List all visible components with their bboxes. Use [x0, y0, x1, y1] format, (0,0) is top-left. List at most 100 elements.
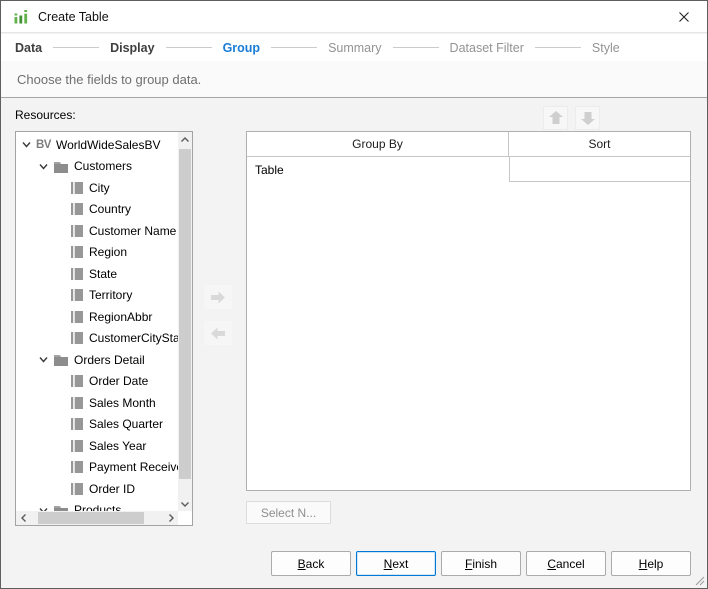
scroll-right-icon[interactable]: [164, 511, 178, 525]
group-by-cell[interactable]: Table: [247, 157, 509, 182]
wizard-step[interactable]: Dataset Filter: [382, 41, 524, 55]
resources-tree: BV WorldWideSalesBV BV: [16, 132, 178, 511]
finish-button[interactable]: Finish: [441, 551, 521, 576]
folder-icon: [53, 504, 69, 511]
field-icon: [70, 417, 84, 431]
tree-item-label: Country: [89, 202, 131, 216]
field-icon: [70, 245, 84, 259]
tree-item[interactable]: BV Territory: [16, 285, 178, 307]
help-button[interactable]: Help: [611, 551, 691, 576]
resize-grip[interactable]: [693, 574, 705, 586]
business-view-icon: BV: [36, 139, 51, 151]
resources-tree-panel: BV WorldWideSalesBV BV: [15, 131, 193, 526]
field-icon: [70, 331, 84, 345]
wizard-step[interactable]: Summary: [260, 41, 381, 55]
wizard-step[interactable]: Style: [524, 41, 620, 55]
horizontal-scrollbar-thumb[interactable]: [38, 512, 144, 524]
tree-item[interactable]: BV Order ID: [16, 478, 178, 500]
wizard-step-label: Style: [592, 41, 620, 55]
tree-item[interactable]: BV City: [16, 177, 178, 199]
tree-item[interactable]: BV Customers: [16, 156, 178, 178]
wizard-step-label: Group: [223, 41, 261, 55]
resources-label: Resources:: [15, 108, 76, 122]
horizontal-scrollbar[interactable]: [16, 511, 178, 525]
scroll-left-icon[interactable]: [16, 511, 30, 525]
back-button[interactable]: Back: [271, 551, 351, 576]
wizard-step-label: Data: [15, 41, 42, 55]
step-description: Choose the fields to group data.: [1, 61, 707, 98]
field-icon: [70, 202, 84, 216]
wizard-step[interactable]: Data: [15, 41, 42, 55]
field-icon: [70, 224, 84, 238]
field-icon: [70, 181, 84, 195]
title-bar: Create Table: [1, 1, 707, 33]
close-icon[interactable]: [673, 6, 695, 28]
tree-item[interactable]: BV Payment Received: [16, 457, 178, 479]
tree-item-label: State: [89, 267, 117, 281]
field-icon: [70, 267, 84, 281]
select-n-button[interactable]: Select N...: [246, 501, 331, 524]
folder-icon: [53, 160, 69, 173]
column-header-group-by: Group By: [247, 132, 509, 156]
wizard-steps: Data Display Group Summary Dataset Filte…: [1, 34, 707, 61]
field-icon: [70, 288, 84, 302]
cancel-button[interactable]: Cancel: [526, 551, 606, 576]
field-icon: [70, 396, 84, 410]
tree-item[interactable]: BV Region: [16, 242, 178, 264]
chevron-down-icon[interactable]: [39, 162, 48, 171]
tree-item-label: Sales Quarter: [89, 417, 163, 431]
scroll-down-icon[interactable]: [178, 497, 192, 511]
tree-item-label: Territory: [89, 288, 132, 302]
tree-item-label: Orders Detail: [74, 353, 145, 367]
tree-item-label: Order ID: [89, 482, 135, 496]
vertical-scrollbar[interactable]: [178, 132, 192, 511]
remove-field-button[interactable]: [204, 321, 232, 345]
arrow-right-icon: [209, 290, 227, 305]
vertical-scrollbar-thumb[interactable]: [179, 149, 191, 479]
tree-item[interactable]: BV Order Date: [16, 371, 178, 393]
next-button[interactable]: Next: [356, 551, 436, 576]
sort-cell[interactable]: [509, 157, 690, 182]
tree-item-label: Sales Month: [89, 396, 156, 410]
scroll-up-icon[interactable]: [178, 132, 192, 146]
arrow-down-icon: [579, 110, 597, 126]
tree-item[interactable]: BV CustomerCityStateZ: [16, 328, 178, 350]
folder-icon: [53, 353, 69, 366]
tree-item[interactable]: BV Country: [16, 199, 178, 221]
tree-item[interactable]: BV WorldWideSalesBV: [16, 134, 178, 156]
tree-item-label: Products: [74, 503, 121, 511]
dialog-title: Create Table: [38, 10, 109, 24]
wizard-step-label: Summary: [328, 41, 381, 55]
move-down-button[interactable]: [575, 106, 600, 130]
tree-item-label: City: [89, 181, 110, 195]
tree-item[interactable]: BV Sales Year: [16, 435, 178, 457]
tree-item-label: Customer Name: [89, 224, 176, 238]
tree-item[interactable]: BV Products: [16, 500, 178, 512]
tree-item[interactable]: BV Sales Quarter: [16, 414, 178, 436]
arrow-up-icon: [547, 110, 565, 126]
field-icon: [70, 374, 84, 388]
chevron-down-icon[interactable]: [39, 355, 48, 364]
tree-item[interactable]: BV RegionAbbr: [16, 306, 178, 328]
dialog-body: Resources: BV: [1, 99, 707, 588]
tree-item-label: WorldWideSalesBV: [56, 138, 160, 152]
tree-item[interactable]: BV State: [16, 263, 178, 285]
tree-item-label: RegionAbbr: [89, 310, 152, 324]
tree-item-label: Sales Year: [89, 439, 146, 453]
group-table-header: Group By Sort: [247, 132, 690, 157]
field-icon: [70, 439, 84, 453]
chart-app-icon: [13, 9, 29, 25]
field-icon: [70, 482, 84, 496]
tree-item[interactable]: BV Sales Month: [16, 392, 178, 414]
add-field-button[interactable]: [204, 285, 232, 309]
tree-item[interactable]: BV Orders Detail: [16, 349, 178, 371]
wizard-step-label: Display: [110, 41, 154, 55]
chevron-down-icon[interactable]: [22, 140, 31, 149]
move-up-button[interactable]: [543, 106, 568, 130]
tree-item[interactable]: BV Customer Name: [16, 220, 178, 242]
wizard-step[interactable]: Group: [155, 41, 261, 55]
tree-item-label: Payment Received: [89, 460, 178, 474]
wizard-step[interactable]: Display: [42, 41, 154, 55]
table-row[interactable]: Table: [247, 157, 690, 182]
column-header-sort: Sort: [509, 132, 690, 156]
